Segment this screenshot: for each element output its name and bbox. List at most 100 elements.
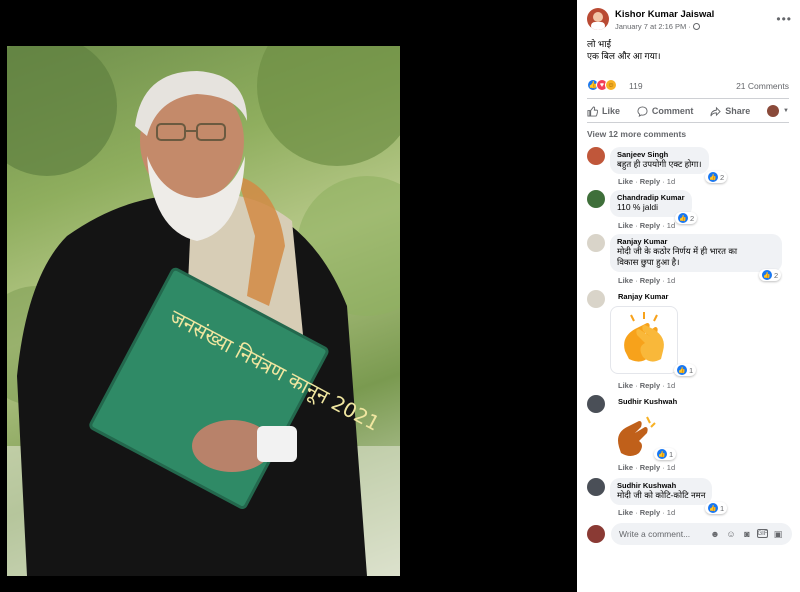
commenter-name[interactable]: Ranjay Kumar: [618, 292, 668, 301]
commenter-avatar[interactable]: [587, 478, 605, 496]
like-reaction-icon: 👍: [708, 503, 718, 513]
like-label: Like: [602, 106, 621, 116]
timestamp-text: January 7 at 2:16 PM ·: [615, 22, 693, 31]
post-timestamp[interactable]: January 7 at 2:16 PM ·: [615, 22, 700, 31]
comment-bubble: Sudhir Kushwah मोदी जी को कोटि-कोटि नमन: [610, 478, 713, 505]
reaction-bar[interactable]: 👍 ♥ ☺ 119 21 Comments: [587, 78, 789, 94]
like-reaction-icon: 👍: [678, 213, 688, 223]
comment-reaction-count[interactable]: 👍 1: [705, 502, 728, 514]
comment-reply-link[interactable]: Reply: [640, 508, 660, 517]
comment-text: 110 % jaldi: [617, 202, 658, 212]
reaction-icons: 👍 ♥ ☺: [587, 79, 617, 91]
comment-item: Sanjeev Singh बहुत ही उपयोगी एक्ट होगा। …: [587, 147, 792, 189]
comment-like-link[interactable]: Like: [618, 463, 633, 472]
avatar-sticker-icon[interactable]: ☻: [709, 528, 721, 540]
clapping-hand-emoji[interactable]: [613, 413, 659, 459]
comment-time[interactable]: 1d: [667, 463, 675, 472]
comment-count[interactable]: 21 Comments: [736, 81, 789, 91]
emoji-icon[interactable]: ☺: [725, 528, 737, 540]
post-header: Kishor Kumar Jaiswal January 7 at 2:16 P…: [587, 8, 792, 36]
comment-label: Comment: [651, 106, 694, 116]
audience-selector[interactable]: ▼: [767, 105, 789, 117]
comment-like-link[interactable]: Like: [618, 177, 633, 186]
comment-time[interactable]: 1d: [667, 508, 675, 517]
author-avatar[interactable]: [587, 8, 609, 30]
comment-like-link[interactable]: Like: [618, 221, 633, 230]
like-reaction-icon: 👍: [677, 365, 687, 375]
sticker-icon[interactable]: ▣: [772, 528, 784, 540]
clapping-hands-icon: [624, 312, 664, 362]
commenter-name[interactable]: Sudhir Kushwah: [618, 397, 677, 406]
commenter-avatar[interactable]: [587, 147, 605, 165]
caption-line-2: एक बिल और आ गया।: [587, 51, 661, 61]
reaction-number: 1: [689, 365, 694, 375]
comment-bubble: Sanjeev Singh बहुत ही उपयोगी एक्ट होगा।: [610, 147, 709, 174]
chevron-down-icon: ▼: [783, 108, 789, 114]
share-button[interactable]: Share: [710, 106, 750, 117]
comment-actions: Like · Reply · 1d: [618, 508, 676, 517]
comment-like-link[interactable]: Like: [618, 381, 633, 390]
comment-like-link[interactable]: Like: [618, 508, 633, 517]
commenter-name[interactable]: Ranjay Kumar: [617, 237, 775, 246]
comment-text: मोदी जी को कोटि-कोटि नमन: [617, 490, 706, 500]
comment-item: Chandradip Kumar 110 % jaldi 👍 2 Like · …: [587, 190, 792, 232]
comment-reply-link[interactable]: Reply: [640, 177, 660, 186]
comment-item: Sudhir Kushwah 👍 1 Like · Reply · 1d: [587, 395, 792, 473]
comment-actions: Like · Reply · 1d: [618, 221, 676, 230]
comment-reaction-count[interactable]: 👍 1: [654, 448, 677, 460]
comment-reaction-count[interactable]: 👍 2: [675, 212, 698, 224]
post-actions: Like Comment Share ▼: [587, 102, 789, 120]
commenter-avatar[interactable]: [587, 395, 605, 413]
comment-like-link[interactable]: Like: [618, 276, 633, 285]
photo-illustration: जनसंख्या नियंत्रण कानून 2021: [7, 46, 400, 576]
comment-reaction-count[interactable]: 👍 1: [674, 364, 697, 376]
comment-composer: Write a comment... ☻ ☺ ◙ GIF ▣: [587, 523, 792, 545]
comment-time[interactable]: 1d: [667, 276, 675, 285]
comment-reply-link[interactable]: Reply: [640, 221, 660, 230]
comment-time[interactable]: 1d: [667, 177, 675, 186]
current-user-avatar: [587, 525, 605, 543]
commenter-avatar[interactable]: [587, 190, 605, 208]
thumbs-up-icon: [587, 105, 598, 117]
comment-reply-link[interactable]: Reply: [640, 276, 660, 285]
reaction-number: 1: [720, 503, 725, 513]
commenter-name[interactable]: Sudhir Kushwah: [617, 481, 705, 490]
comment-reaction-count[interactable]: 👍 2: [759, 269, 782, 281]
commenter-name[interactable]: Sanjeev Singh: [617, 150, 702, 159]
reaction-number: 1: [669, 449, 674, 459]
comment-item: Ranjay Kumar मोदी जी के कठोर निर्णय में …: [587, 234, 792, 286]
comment-text-line-2: विकास छुपा हुआ है।: [617, 257, 680, 267]
post-photo[interactable]: जनसंख्या नियंत्रण कानून 2021: [7, 46, 400, 576]
camera-icon[interactable]: ◙: [741, 528, 753, 540]
share-label: Share: [725, 106, 751, 116]
clapping-hands-sticker[interactable]: [610, 306, 678, 374]
share-icon: [710, 106, 721, 116]
comment-actions: Like · Reply · 1d: [618, 177, 676, 186]
comment-input-placeholder: Write a comment...: [619, 529, 691, 539]
post-panel: Kishor Kumar Jaiswal January 7 at 2:16 P…: [577, 0, 800, 592]
comment-time[interactable]: 1d: [667, 221, 675, 230]
comment-item: Ranjay Kumar 👍 1 Like · Reply · 1d: [587, 290, 792, 390]
divider: [587, 98, 789, 99]
comment-button[interactable]: Comment: [637, 105, 694, 117]
commenter-name[interactable]: Chandradip Kumar: [617, 193, 685, 202]
author-name[interactable]: Kishor Kumar Jaiswal: [615, 9, 714, 20]
reaction-number: 2: [690, 213, 695, 223]
like-reaction-icon: 👍: [762, 270, 772, 280]
comment-icon: [637, 105, 648, 117]
commenter-avatar[interactable]: [587, 290, 605, 308]
more-options-icon[interactable]: •••: [776, 12, 792, 26]
commenter-avatar[interactable]: [587, 234, 605, 252]
comment-time[interactable]: 1d: [667, 381, 675, 390]
comment-reaction-count[interactable]: 👍 2: [705, 171, 728, 183]
view-more-comments-link[interactable]: View 12 more comments: [587, 129, 686, 139]
reaction-count[interactable]: 119: [629, 81, 643, 91]
caption-line-1: लो भाई: [587, 39, 612, 49]
comment-reply-link[interactable]: Reply: [640, 463, 660, 472]
comment-text: बहुत ही उपयोगी एक्ट होगा।: [617, 159, 702, 169]
like-button[interactable]: Like: [587, 105, 621, 117]
comment-bubble: Ranjay Kumar मोदी जी के कठोर निर्णय में …: [610, 234, 782, 272]
comment-reply-link[interactable]: Reply: [640, 381, 660, 390]
gif-icon[interactable]: GIF: [757, 529, 768, 538]
post-caption: लो भाई एक बिल और आ गया।: [587, 38, 787, 62]
